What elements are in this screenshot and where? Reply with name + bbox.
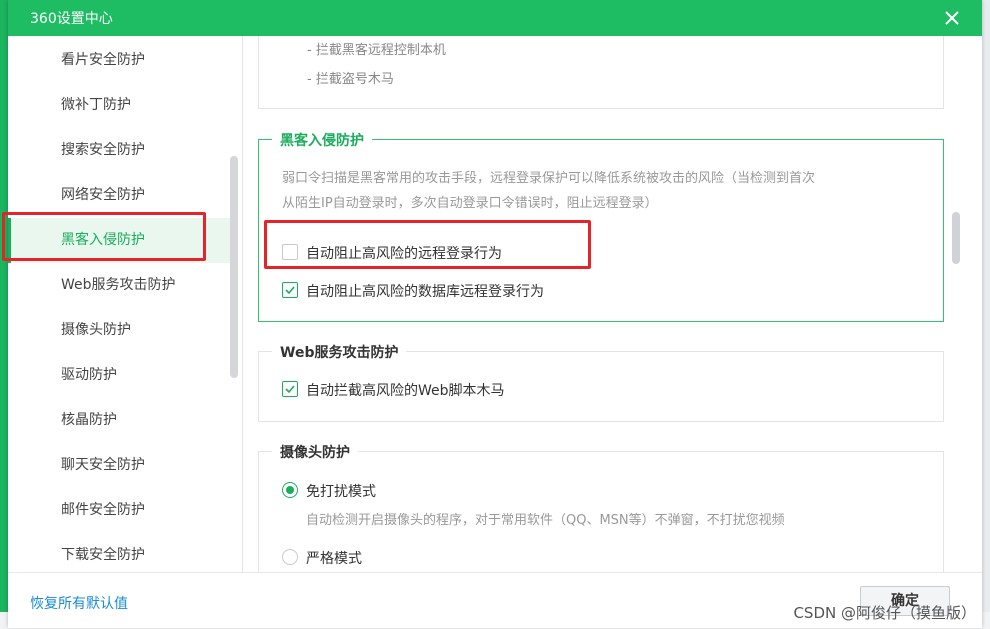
sidebar-scrollbar-thumb[interactable] (230, 156, 238, 378)
sidebar-item-mail-protection[interactable]: 邮件安全防护 (8, 488, 232, 533)
section-hacker-protection: 黑客入侵防护 弱口令扫描是黑客常用的攻击手段，远程登录保护可以降低系统被攻击的风… (258, 130, 944, 322)
bullet-text: - 拦截盗号木马 (307, 72, 394, 87)
sidebar-item-camera-protection[interactable]: 摄像头防护 (8, 308, 232, 353)
section-description: 弱口令扫描是黑客常用的攻击手段，远程登录保护可以降低系统被攻击的风险（当检测到首… (282, 166, 922, 216)
camera-mode-strict-label[interactable]: 严格模式 (306, 548, 362, 568)
close-icon[interactable] (940, 6, 964, 30)
check-icon (285, 385, 295, 394)
sidebar-item-label: 驱动防护 (61, 367, 117, 383)
sidebar-item-search-protection[interactable]: 搜索安全防护 (8, 128, 232, 173)
sidebar-item-micropatch[interactable]: 微补丁防护 (8, 83, 232, 128)
background-app-strip (0, 0, 8, 629)
sidebar-item-driver-protection[interactable]: 驱动防护 (8, 353, 232, 398)
settings-content: - 拦截黑客远程控制本机 - 拦截盗号木马 黑客入侵防护 弱口令扫描是黑客常用的… (243, 36, 982, 572)
sidebar-item-network-protection[interactable]: 网络安全防护 (8, 173, 232, 218)
sidebar-item-label: 网络安全防护 (61, 187, 145, 203)
block-web-trojan-checkbox[interactable] (282, 381, 298, 397)
block-db-remote-login-checkbox[interactable] (282, 282, 298, 298)
sidebar-item-label: Web服务攻击防护 (61, 277, 176, 293)
title-bar[interactable]: 360设置中心 (8, 0, 982, 36)
check-icon (285, 286, 295, 295)
settings-window: 360设置中心 看片安全防护 微补丁防护 搜索安全防护 网络安全防护 黑客入侵防… (8, 0, 982, 628)
sidebar-item-hacker-protection[interactable]: 黑客入侵防护 (8, 218, 232, 263)
description-line: 从陌生IP自动登录时，多次自动登录口令错误时，阻止远程登录） (282, 196, 658, 211)
sidebar-item-label: 聊天安全防护 (61, 457, 145, 473)
section-web-attack-protection: Web服务攻击防护 自动拦截高风险的Web脚本木马 (258, 342, 944, 422)
watermark-text: CSDN @阿俊仔（摸鱼版） (793, 604, 976, 622)
sidebar-item-label: 摄像头防护 (61, 322, 131, 338)
description-line: 弱口令扫描是黑客常用的攻击手段，远程登录保护可以降低系统被攻击的风险（当检测到首… (282, 171, 816, 186)
sidebar-item-label: 微补丁防护 (61, 97, 131, 113)
block-db-remote-login-label[interactable]: 自动阻止高风险的数据库远程登录行为 (306, 281, 544, 301)
sidebar-item-chat-protection[interactable]: 聊天安全防护 (8, 443, 232, 488)
sidebar-item-label: 核晶防护 (61, 412, 117, 428)
block-web-trojan-label[interactable]: 自动拦截高风险的Web脚本木马 (306, 380, 505, 400)
section-prev: - 拦截黑客远程控制本机 - 拦截盗号木马 (258, 36, 944, 109)
section-title: 摄像头防护 (272, 442, 358, 462)
restore-defaults-link[interactable]: 恢复所有默认值 (30, 593, 128, 613)
sidebar-item-label: 搜索安全防护 (61, 142, 145, 158)
bullet-text: - 拦截黑客远程控制本机 (307, 43, 446, 58)
content-scrollbar-thumb[interactable] (952, 212, 960, 264)
block-remote-login-label[interactable]: 自动阻止高风险的远程登录行为 (306, 243, 502, 263)
camera-mode-quiet-radio[interactable] (282, 482, 298, 498)
sidebar-item-label: 下载安全防护 (61, 547, 145, 563)
sidebar-item-movie-protection[interactable]: 看片安全防护 (8, 38, 232, 83)
sidebar-item-core-crystal[interactable]: 核晶防护 (8, 398, 232, 443)
section-title: 黑客入侵防护 (272, 130, 372, 150)
block-remote-login-checkbox[interactable] (282, 244, 298, 260)
sidebar-item-web-attack-protection[interactable]: Web服务攻击防护 (8, 263, 232, 308)
content-scrollbar[interactable] (950, 56, 962, 572)
sidebar: 看片安全防护 微补丁防护 搜索安全防护 网络安全防护 黑客入侵防护 Web服务攻… (8, 36, 242, 572)
sidebar-item-label: 看片安全防护 (61, 52, 145, 68)
camera-mode-strict-radio[interactable] (282, 549, 298, 565)
section-camera-protection: 摄像头防护 免打扰模式 自动检测开启摄像头的程序，对于常用软件（QQ、MSN等）… (258, 442, 944, 572)
sidebar-item-label: 黑客入侵防护 (61, 232, 145, 248)
camera-mode-quiet-description: 自动检测开启摄像头的程序，对于常用软件（QQ、MSN等）不弹窗，不打扰您视频 (306, 513, 785, 528)
section-title: Web服务攻击防护 (272, 342, 407, 362)
sidebar-item-label: 邮件安全防护 (61, 502, 145, 518)
window-title: 360设置中心 (30, 11, 113, 27)
sidebar-scrollbar[interactable] (228, 36, 240, 572)
camera-mode-quiet-label[interactable]: 免打扰模式 (306, 481, 376, 501)
